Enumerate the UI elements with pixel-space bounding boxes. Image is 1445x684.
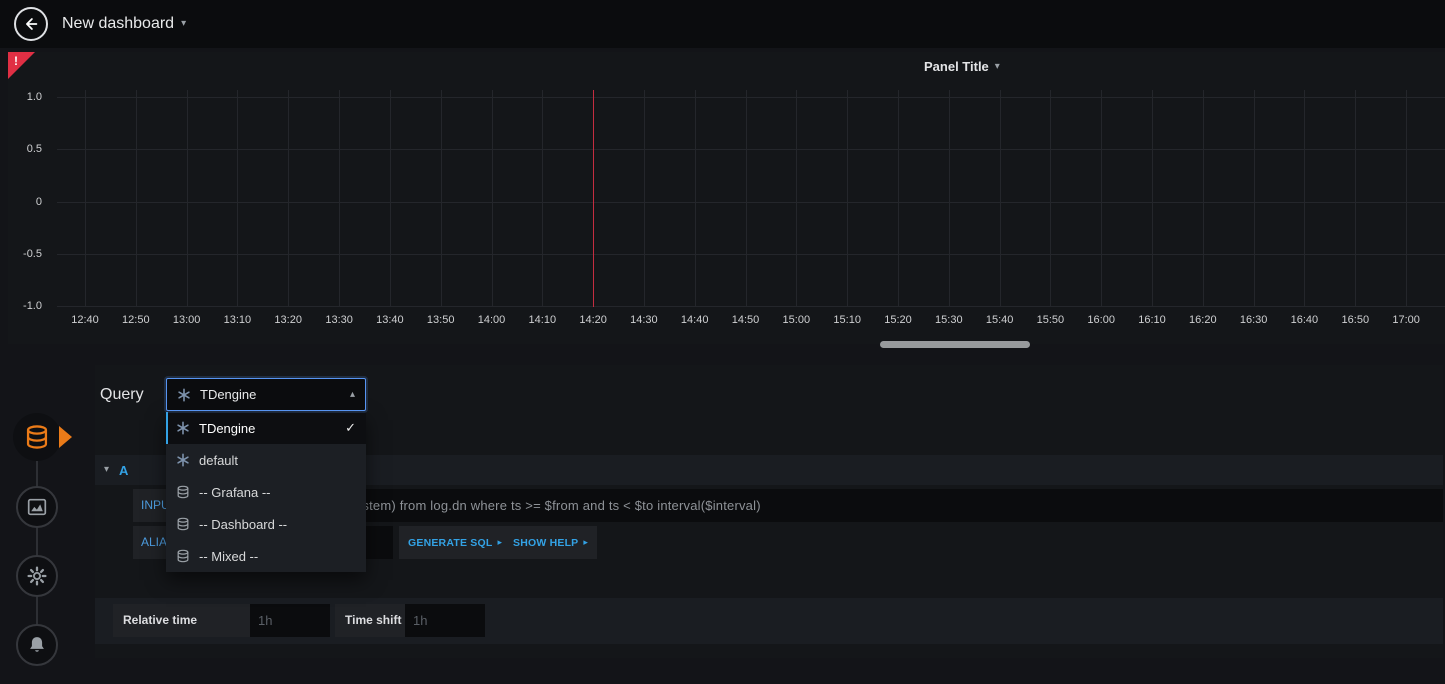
- option-label: default: [199, 453, 238, 468]
- gridline-vertical: [542, 90, 543, 307]
- show-help-label: SHOW HELP: [513, 537, 578, 549]
- datasource-dropdown-menu: TDengine ✓ default -- Grafana -- -- Dashboar…: [166, 412, 366, 572]
- gridline-vertical: [1000, 90, 1001, 307]
- gridline-vertical: [390, 90, 391, 307]
- chevron-right-icon: ▸: [497, 538, 502, 548]
- datasource-icon: [177, 388, 191, 402]
- check-icon: ✓: [345, 421, 356, 436]
- chevron-right-icon: ▸: [583, 538, 588, 548]
- datasource-option-grafana[interactable]: -- Grafana --: [166, 476, 366, 508]
- dashboard-title-dropdown[interactable]: New dashboard ▾: [62, 15, 186, 33]
- y-tick-label: -1.0: [10, 298, 42, 314]
- query-section-label: Query: [100, 378, 144, 411]
- horizontal-scrollbar-thumb[interactable]: [880, 341, 1030, 348]
- datasource-selected-label: TDengine: [200, 387, 256, 402]
- gridline-vertical: [847, 90, 848, 307]
- collapse-caret-icon: ▾: [104, 465, 109, 475]
- gridline-vertical: [288, 90, 289, 307]
- database-icon: [176, 549, 190, 563]
- back-button[interactable]: [14, 7, 48, 41]
- gridline-vertical: [237, 90, 238, 307]
- grafana-dashboard-edit: New dashboard ▾ 12:4012:5013:0013:1013:2…: [0, 0, 1445, 684]
- gear-icon: [27, 566, 47, 586]
- panel-title-menu[interactable]: Panel Title ▾: [924, 59, 1000, 74]
- gridline-horizontal: [57, 149, 1445, 150]
- x-tick-label: 17:00: [1376, 314, 1436, 326]
- datasource-option-mixed[interactable]: -- Mixed --: [166, 540, 366, 572]
- gridline-vertical: [898, 90, 899, 307]
- gridline-horizontal: [57, 254, 1445, 255]
- tab-general[interactable]: [16, 555, 58, 597]
- active-tab-arrow: [59, 426, 72, 448]
- datasource-option-dashboard[interactable]: -- Dashboard --: [166, 508, 366, 540]
- gridline-vertical: [136, 90, 137, 307]
- gridline-vertical: [746, 90, 747, 307]
- generate-sql-label: GENERATE SQL: [408, 537, 492, 549]
- editor-tabs-connector: [36, 437, 38, 645]
- gridline-horizontal: [57, 97, 1445, 98]
- gridline-horizontal: [57, 306, 1445, 307]
- tab-visualization[interactable]: [16, 486, 58, 528]
- database-icon: [176, 485, 190, 499]
- option-label: TDengine: [199, 421, 255, 436]
- relative-time-input[interactable]: [250, 604, 330, 637]
- gridline-vertical: [1101, 90, 1102, 307]
- error-exclamation-icon: !: [14, 54, 18, 68]
- time-series-chart[interactable]: 12:4012:5013:0013:1013:2013:3013:4013:50…: [8, 52, 1445, 344]
- gridline-vertical: [1254, 90, 1255, 307]
- time-shift-input[interactable]: [405, 604, 485, 637]
- panel-title: Panel Title: [924, 59, 989, 74]
- navbar: New dashboard ▾: [0, 0, 1445, 48]
- gridline-vertical: [85, 90, 86, 307]
- datasource-option-default[interactable]: default: [166, 444, 366, 476]
- gridline-vertical: [796, 90, 797, 307]
- gridline-vertical: [1406, 90, 1407, 307]
- query-ref-id: A: [119, 463, 128, 478]
- show-help-button[interactable]: SHOW HELP ▸: [504, 526, 597, 559]
- gridline-vertical: [695, 90, 696, 307]
- generate-sql-button[interactable]: GENERATE SQL ▸: [399, 526, 511, 559]
- bell-icon: [27, 635, 47, 655]
- datasource-option-tdengine[interactable]: TDengine ✓: [166, 412, 366, 444]
- gridline-vertical: [1152, 90, 1153, 307]
- chart-icon: [27, 497, 47, 517]
- gridline-vertical: [1355, 90, 1356, 307]
- gridline-horizontal: [57, 202, 1445, 203]
- option-label: -- Mixed --: [199, 549, 258, 564]
- input-sql-field[interactable]: select avg(mem_system) from log.dn where…: [237, 489, 1443, 522]
- time-shift-label: Time shift: [335, 604, 405, 637]
- gridline-vertical: [1050, 90, 1051, 307]
- option-label: -- Grafana --: [199, 485, 271, 500]
- gridline-vertical: [644, 90, 645, 307]
- gridline-vertical: [1203, 90, 1204, 307]
- arrow-left-icon: [22, 15, 40, 33]
- gridline-vertical: [949, 90, 950, 307]
- dashboard-title: New dashboard: [62, 15, 174, 33]
- gridline-vertical: [187, 90, 188, 307]
- y-tick-label: -0.5: [10, 246, 42, 262]
- chevron-down-icon: ▾: [181, 19, 186, 29]
- dashboard-panel: 12:4012:5013:0013:1013:2013:3013:4013:50…: [8, 52, 1445, 344]
- gridline-vertical: [441, 90, 442, 307]
- database-icon: [24, 424, 50, 450]
- y-tick-label: 0: [10, 194, 42, 210]
- panel-error-corner[interactable]: [8, 52, 35, 79]
- tab-queries[interactable]: [13, 413, 61, 461]
- database-icon: [176, 517, 190, 531]
- option-label: -- Dashboard --: [199, 517, 287, 532]
- gridline-vertical: [339, 90, 340, 307]
- gridline-vertical: [492, 90, 493, 307]
- chevron-up-icon: ▴: [350, 390, 355, 400]
- datasource-icon: [176, 453, 190, 467]
- datasource-icon: [176, 421, 190, 435]
- gridline-vertical: [1304, 90, 1305, 307]
- annotation-line: [593, 90, 594, 307]
- chevron-down-icon: ▾: [995, 62, 1000, 72]
- y-tick-label: 0.5: [10, 141, 42, 157]
- datasource-picker[interactable]: TDengine ▴: [166, 378, 366, 411]
- tab-alert[interactable]: [16, 624, 58, 666]
- relative-time-label: Relative time: [113, 604, 250, 637]
- y-tick-label: 1.0: [10, 89, 42, 105]
